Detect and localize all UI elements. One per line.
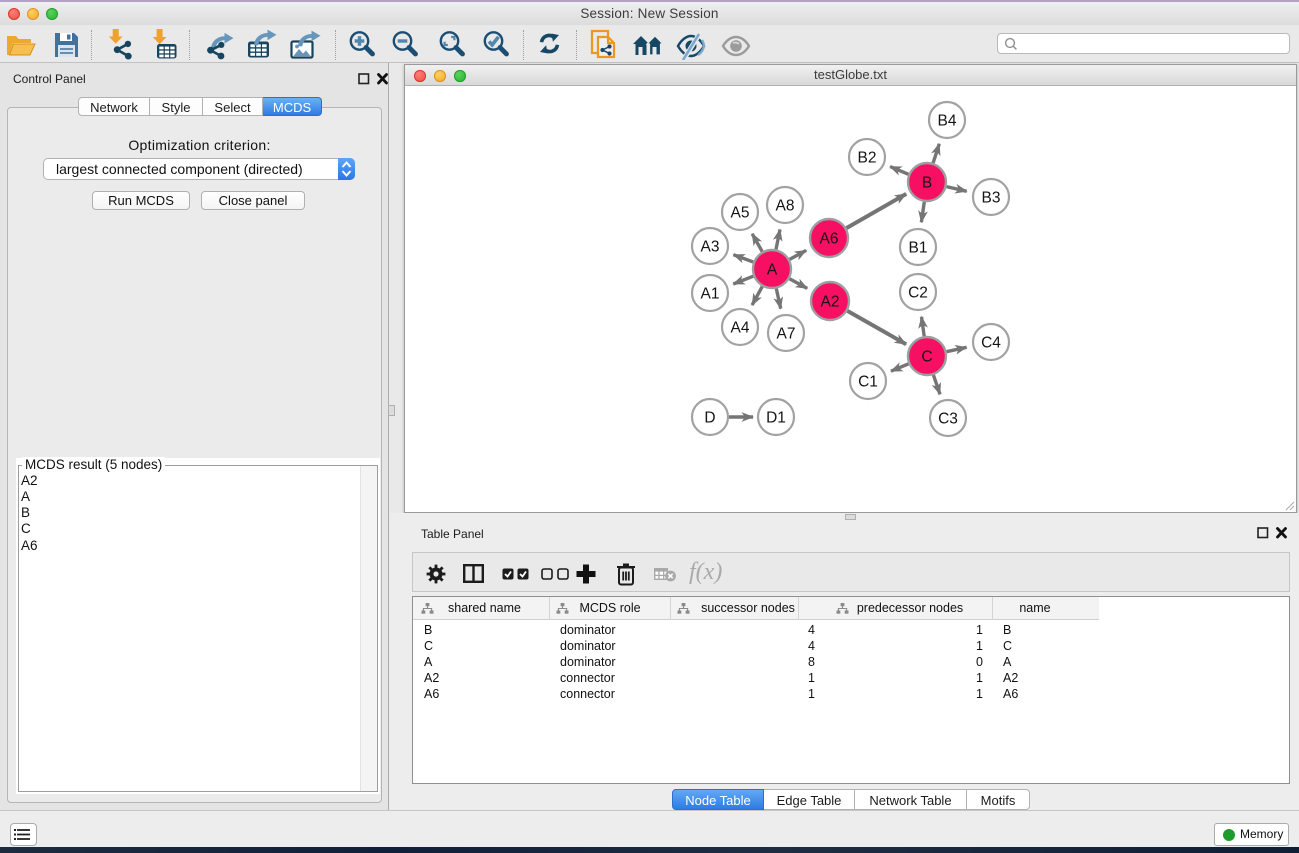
svg-text:C1: C1	[858, 374, 878, 391]
svg-text:A5: A5	[731, 205, 750, 222]
svg-text:A3: A3	[701, 239, 720, 256]
svg-text:C2: C2	[908, 285, 928, 302]
svg-text:A1: A1	[701, 286, 720, 303]
svg-text:A8: A8	[776, 198, 795, 215]
svg-text:D1: D1	[766, 410, 786, 427]
svg-text:B1: B1	[909, 240, 928, 257]
svg-text:D: D	[704, 410, 715, 427]
svg-text:A: A	[767, 262, 778, 279]
svg-text:C: C	[921, 349, 932, 366]
svg-text:B2: B2	[858, 150, 877, 167]
svg-text:C4: C4	[981, 335, 1001, 352]
svg-text:A6: A6	[820, 231, 839, 248]
svg-text:B4: B4	[938, 113, 957, 130]
svg-text:C3: C3	[938, 411, 958, 428]
svg-text:A4: A4	[731, 320, 750, 337]
svg-text:A7: A7	[777, 326, 796, 343]
svg-text:B3: B3	[982, 190, 1001, 207]
svg-text:B: B	[922, 175, 932, 192]
svg-text:A2: A2	[821, 294, 840, 311]
